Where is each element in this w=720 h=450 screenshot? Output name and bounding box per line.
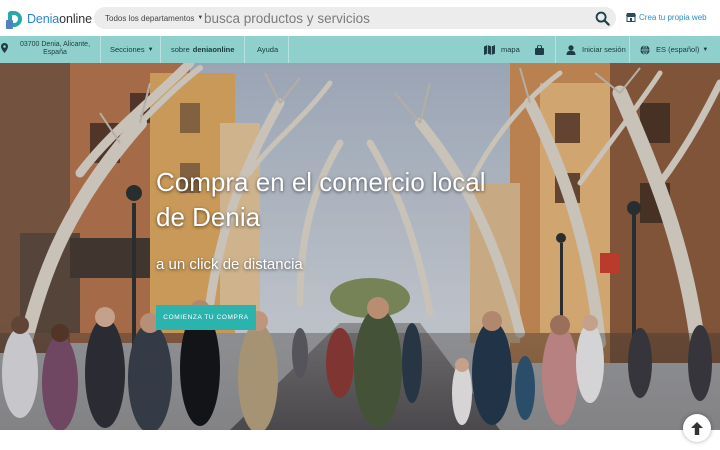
globe-icon — [640, 44, 650, 55]
search-icon — [595, 11, 610, 26]
store-icon — [626, 12, 636, 22]
street-photo — [0, 63, 720, 430]
sections-menu[interactable]: Secciones ▼ — [110, 36, 154, 63]
chevron-down-icon: ▼ — [197, 15, 204, 21]
cart-button[interactable] — [535, 36, 550, 63]
search-input[interactable] — [204, 8, 584, 28]
department-select[interactable]: Todos los departamentos ▼ — [94, 14, 204, 23]
divider — [555, 36, 556, 63]
divider — [288, 36, 289, 63]
about-brand: deniaonline — [192, 45, 235, 54]
shopping-bag-icon — [535, 44, 544, 55]
map-pin-icon — [1, 43, 8, 53]
divider — [160, 36, 161, 63]
logo-text: Deniaonline — [27, 12, 92, 26]
language-label: ES (español) — [656, 45, 700, 54]
hero-banner: Compra en el comercio local de Denia a u… — [0, 63, 720, 430]
create-web-label: Crea tu propia web — [639, 12, 707, 22]
hero-title: Compra en el comercio local de Denia — [156, 167, 486, 232]
about-prefix: sobre — [171, 45, 190, 54]
chevron-down-icon: ▼ — [702, 46, 709, 53]
main-navbar: 03700 Denia, Alicante, España Secciones … — [0, 36, 720, 63]
site-logo[interactable]: Deniaonline — [6, 8, 92, 30]
login-link[interactable]: Iniciar sesión — [566, 36, 626, 63]
help-label: Ayuda — [257, 45, 279, 54]
top-header: Deniaonline Todos los departamentos ▼ Cr… — [0, 0, 720, 36]
department-select-label: Todos los departamentos — [105, 13, 195, 23]
location-text: 03700 Denia, Alicante, España — [19, 41, 91, 56]
divider — [629, 36, 630, 63]
map-icon — [484, 44, 495, 55]
login-label: Iniciar sesión — [582, 45, 626, 54]
map-label: mapa — [501, 45, 520, 54]
search-bar: Todos los departamentos ▼ — [94, 7, 616, 29]
location-selector[interactable]: 03700 Denia, Alicante, España — [0, 36, 100, 63]
scroll-top-button[interactable] — [683, 414, 711, 442]
create-web-link[interactable]: Crea tu propia web — [626, 12, 707, 22]
search-button[interactable] — [592, 8, 612, 28]
arrow-up-icon — [691, 421, 703, 435]
divider — [244, 36, 245, 63]
logo-mark-icon — [6, 9, 24, 29]
start-shopping-button[interactable]: COMIENZA TU COMPRA — [156, 305, 256, 330]
language-selector[interactable]: ES (español) ▼ — [640, 36, 708, 63]
chevron-down-icon: ▼ — [147, 46, 154, 53]
divider — [100, 36, 101, 63]
help-link[interactable]: Ayuda — [257, 36, 278, 63]
about-link[interactable]: sobre deniaonline — [171, 36, 234, 63]
hero-subtitle: a un click de distancia — [156, 256, 303, 273]
map-link[interactable]: mapa — [484, 36, 520, 63]
sections-label: Secciones — [110, 45, 145, 54]
user-icon — [566, 44, 576, 55]
